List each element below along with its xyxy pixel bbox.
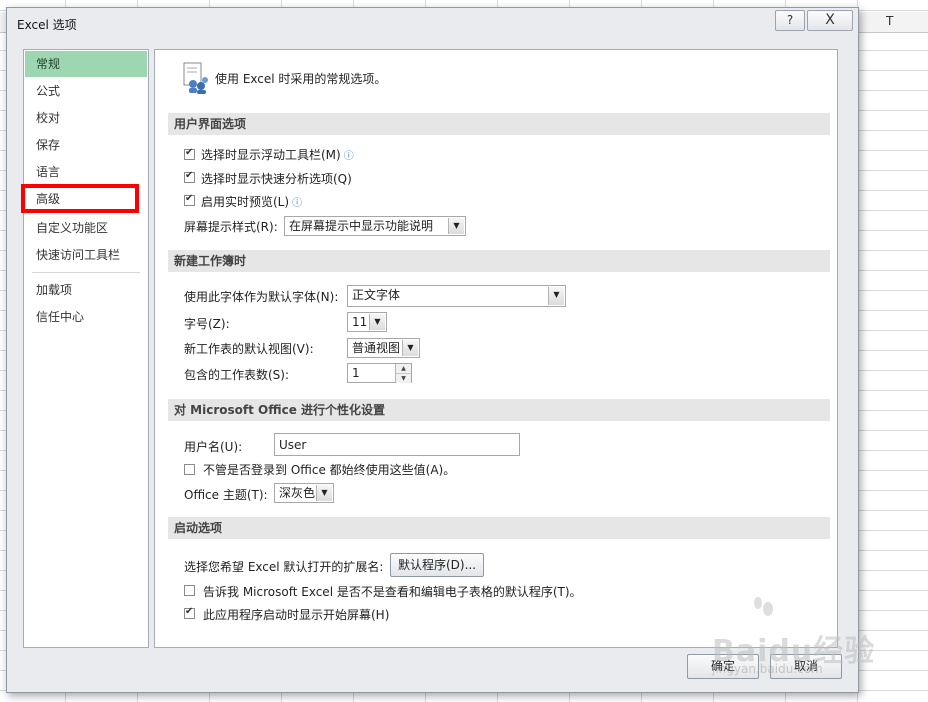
highlight-box-advanced [21, 184, 139, 213]
chevron-down-icon: ▼ [548, 287, 564, 305]
help-button[interactable]: ? [775, 10, 805, 31]
office-theme-value: 深灰色 [279, 486, 316, 500]
font-size-value: 11 [352, 315, 368, 329]
default-view-dropdown[interactable]: 普通视图 ▼ [347, 338, 420, 358]
screentip-dropdown[interactable]: 在屏幕提示中显示功能说明 ▼ [284, 216, 466, 236]
start-screen-label: 此应用程序启动时显示开始屏幕(H) [203, 608, 390, 622]
extensions-label: 选择您希望 Excel 默认打开的扩展名: [184, 560, 384, 574]
default-font-dropdown[interactable]: 正文字体 ▼ [347, 285, 566, 307]
chevron-down-icon: ▼ [402, 340, 418, 356]
section-header-new-workbook: 新建工作簿时 [168, 250, 830, 272]
watermark-subtext: jingyan.baidu.com [712, 662, 823, 676]
start-screen-checkbox[interactable] [184, 606, 195, 619]
default-view-value: 普通视图 [352, 341, 401, 355]
section-header-ui: 用户界面选项 [168, 113, 830, 135]
font-size-dropdown[interactable]: 11 ▼ [347, 312, 387, 332]
username-label: 用户名(U): [184, 440, 243, 454]
quick-analysis-checkbox[interactable] [184, 170, 195, 183]
default-font-value: 正文字体 [352, 288, 401, 302]
tell-me-checkbox[interactable] [184, 585, 195, 596]
section-header-startup: 启动选项 [168, 517, 830, 539]
office-theme-label: Office 主题(T): [184, 488, 268, 502]
spinner-arrows[interactable]: ▲ ▼ [395, 364, 411, 383]
office-theme-dropdown[interactable]: 深灰色 ▼ [274, 483, 334, 503]
nav-item-quick-access-toolbar[interactable]: 快速访问工具栏 [25, 242, 147, 268]
spin-up-icon[interactable]: ▲ [396, 364, 411, 374]
intro-text: 使用 Excel 时采用的常规选项。 [215, 72, 387, 86]
nav-item-general[interactable]: 常规 [25, 51, 147, 77]
sheet-count-value: 1 [352, 366, 360, 380]
sheet-count-spinner[interactable]: 1 ▲ ▼ [347, 363, 412, 383]
info-icon: ⓘ [343, 151, 354, 162]
nav-separator [32, 272, 140, 273]
default-font-label: 使用此字体作为默认字体(N): [184, 290, 339, 304]
close-button[interactable]: X [807, 10, 853, 31]
nav-item-proofing[interactable]: 校对 [25, 105, 147, 131]
section-header-personalize: 对 Microsoft Office 进行个性化设置 [168, 399, 830, 421]
chevron-down-icon: ▼ [369, 314, 385, 330]
chevron-down-icon: ▼ [316, 485, 332, 501]
default-view-label: 新工作表的默认视图(V): [184, 342, 314, 356]
nav-item-formulas[interactable]: 公式 [25, 78, 147, 104]
dialog-titlebar: Excel 选项 ? X [7, 8, 858, 38]
nav-item-add-ins[interactable]: 加载项 [25, 277, 147, 303]
tell-me-label: 告诉我 Microsoft Excel 是否不是查看和编辑电子表格的默认程序(T… [203, 585, 582, 599]
quick-analysis-label: 选择时显示快速分析选项(Q) [201, 172, 352, 186]
screentip-label: 屏幕提示样式(R): [184, 220, 278, 234]
live-preview-checkbox[interactable] [184, 193, 195, 206]
nav-item-customize-ribbon[interactable]: 自定义功能区 [25, 215, 147, 241]
column-letter[interactable]: T [886, 14, 893, 28]
font-size-label: 字号(Z): [184, 317, 230, 331]
mini-toolbar-label: 选择时显示浮动工具栏(M) ⓘ [201, 148, 354, 162]
mini-toolbar-checkbox[interactable] [184, 147, 195, 160]
default-programs-button[interactable]: 默认程序(D)... [390, 553, 484, 577]
live-preview-label: 启用实时预览(L) ⓘ [201, 195, 303, 209]
spin-down-icon[interactable]: ▼ [396, 374, 411, 383]
nav-item-trust-center[interactable]: 信任中心 [25, 304, 147, 330]
general-options-panel: 使用 Excel 时采用的常规选项。 用户界面选项 选择时显示浮动工具栏(M)ⓘ… [154, 49, 838, 648]
general-options-icon [183, 62, 208, 94]
always-use-checkbox[interactable] [184, 464, 195, 475]
info-icon: ⓘ [292, 198, 303, 209]
options-nav: 常规 公式 校对 保存 语言 高级 自定义功能区 快速访问工具栏 加载项 信任中… [23, 49, 149, 648]
dialog-title: Excel 选项 [17, 18, 77, 32]
sheet-count-label: 包含的工作表数(S): [184, 368, 290, 382]
always-use-label: 不管是否登录到 Office 都始终使用这些值(A)。 [203, 463, 456, 477]
username-value: User [279, 438, 307, 452]
nav-item-save[interactable]: 保存 [25, 132, 147, 158]
username-input[interactable]: User [274, 433, 520, 456]
nav-item-language[interactable]: 语言 [25, 159, 147, 185]
chevron-down-icon: ▼ [448, 218, 464, 234]
screentip-value: 在屏幕提示中显示功能说明 [289, 219, 434, 233]
excel-options-dialog: Excel 选项 ? X 常规 公式 校对 保存 语言 高级 自定义功能区 快速… [6, 7, 859, 693]
